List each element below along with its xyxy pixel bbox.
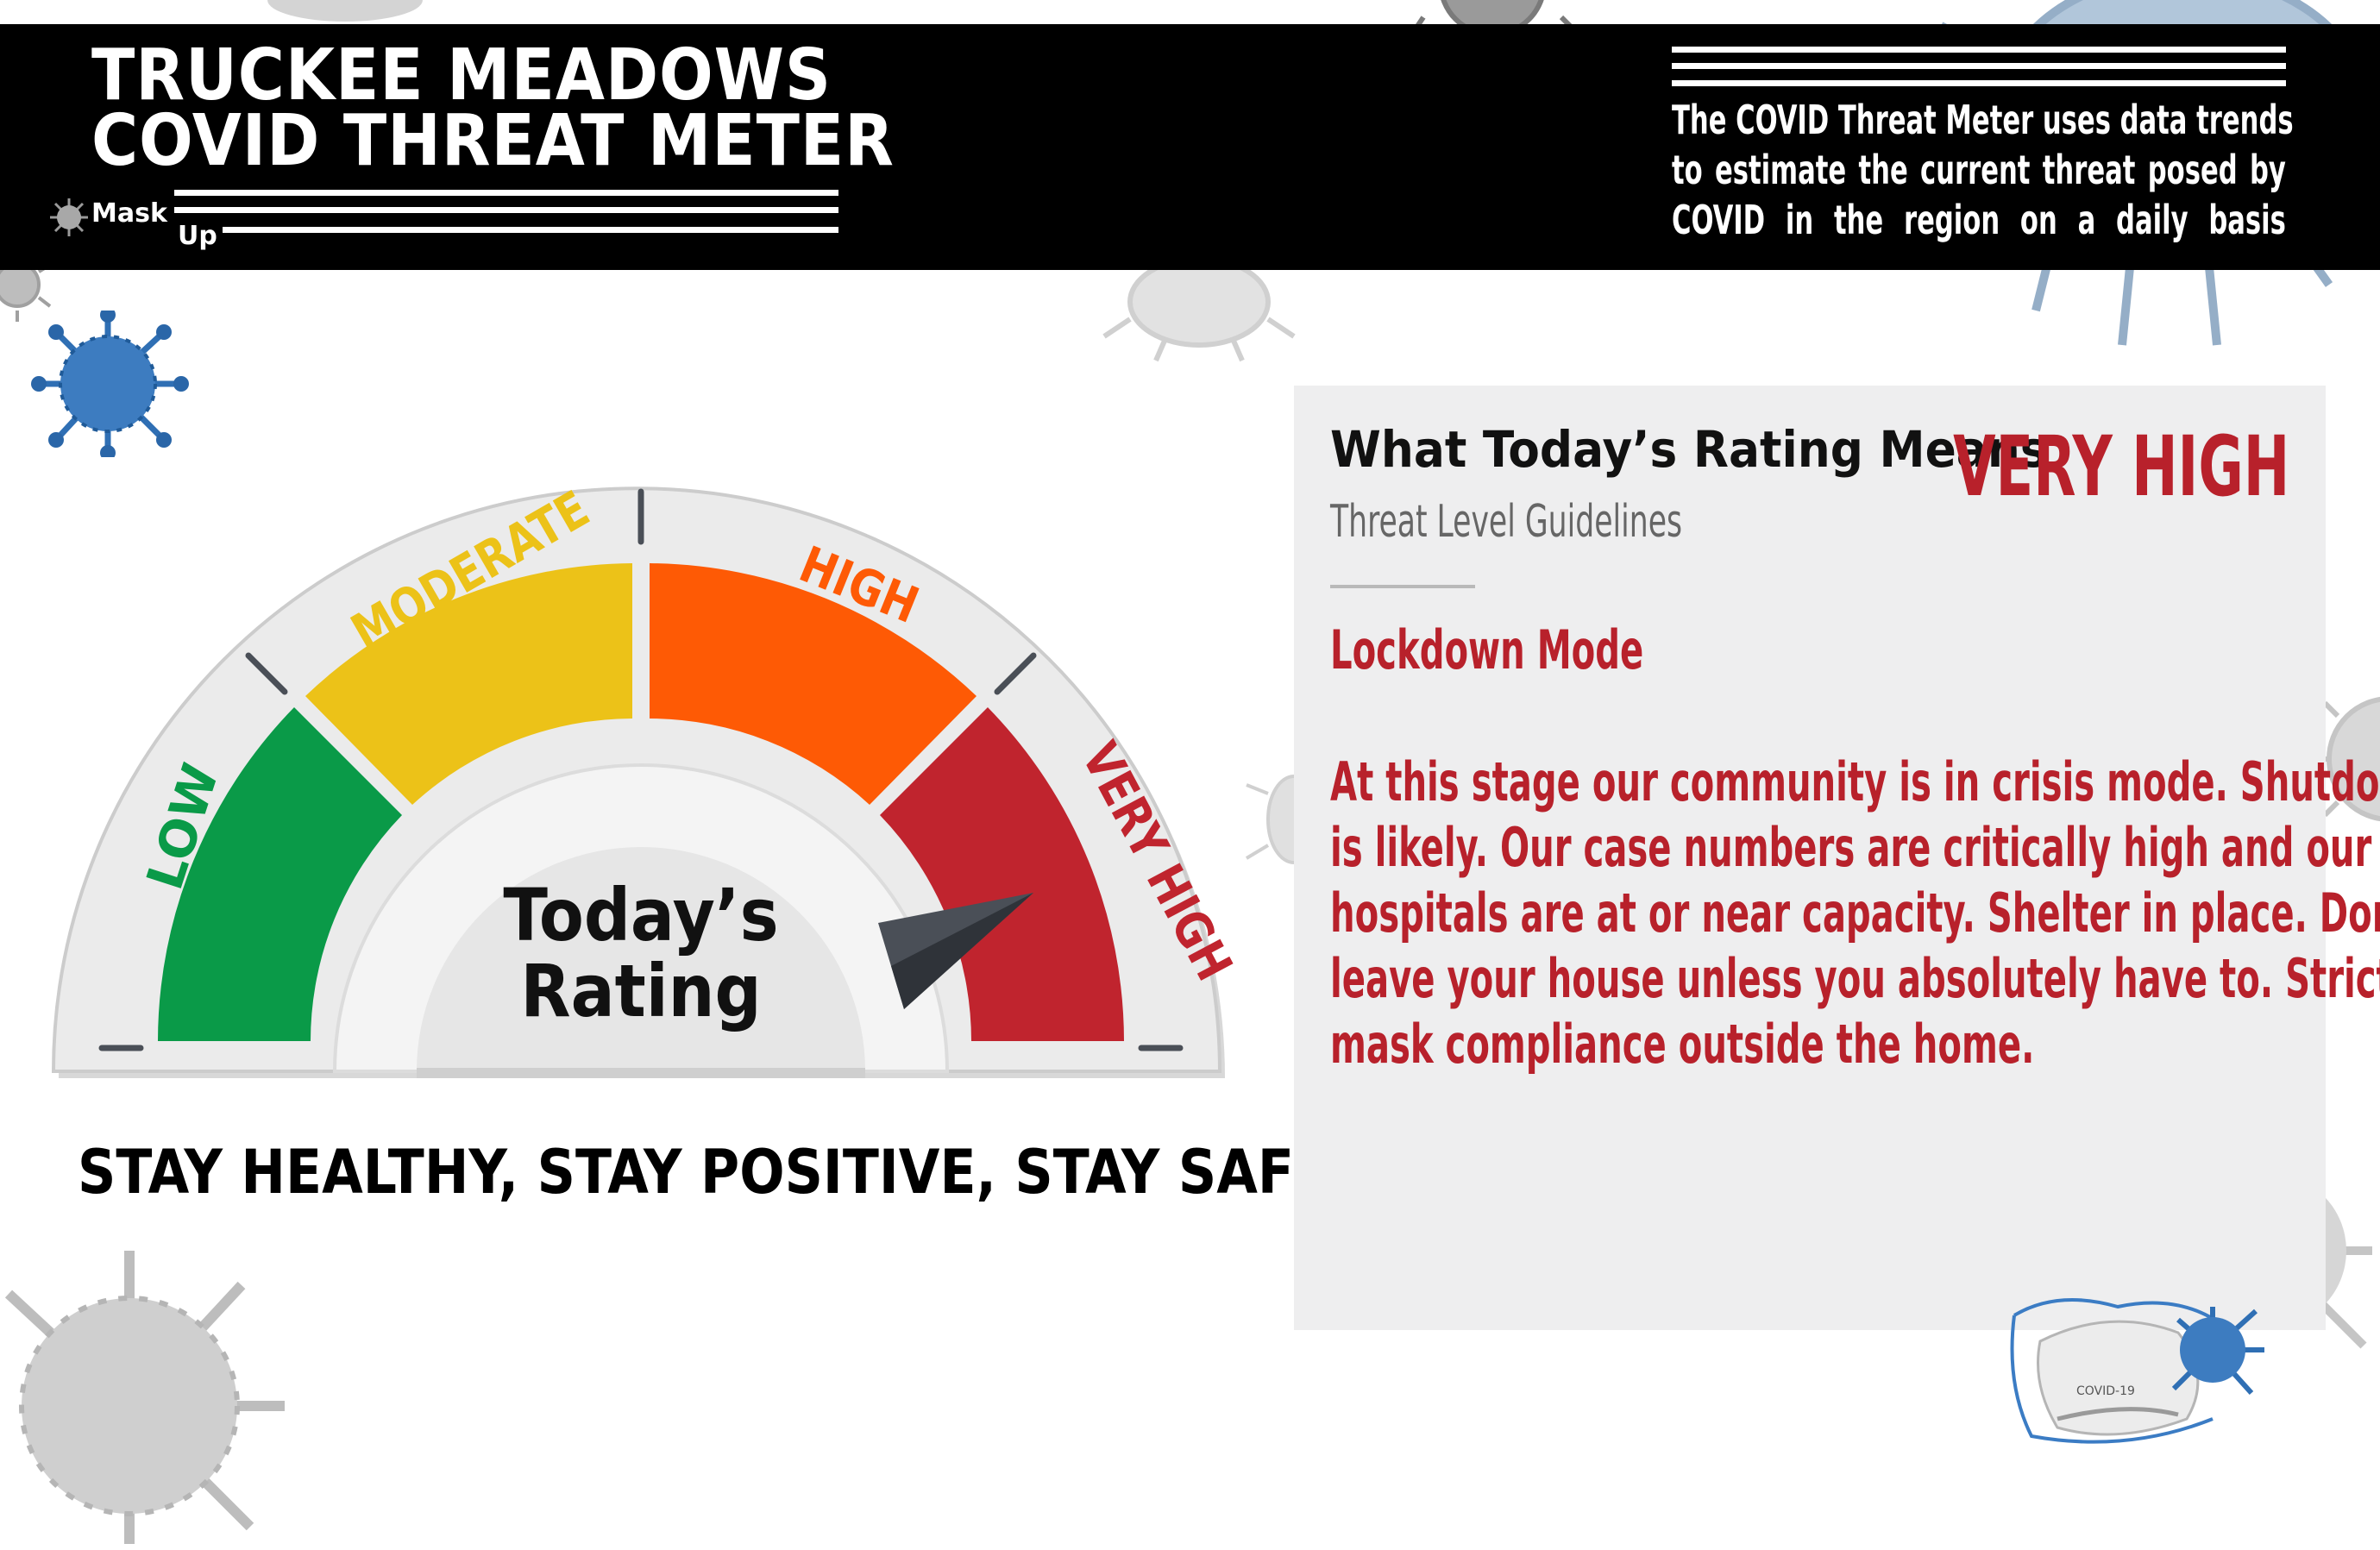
rating-description-line: mask compliance outside the home. — [1330, 1013, 2035, 1076]
gauge-center-line-1: Today’s — [503, 873, 778, 957]
virus-small-icon — [50, 198, 88, 236]
page-title-line-1: TRUCKEE MEADOWS — [91, 35, 832, 116]
slogan: STAY HEALTHY, STAY POSITIVE, STAY SAFE — [78, 1137, 1331, 1208]
rating-description-line: leave your house unless you absolutely h… — [1330, 947, 2380, 1010]
gauge-center-line-2: Rating — [520, 949, 761, 1033]
title-rule-3 — [223, 227, 838, 233]
panel-subtitle: Threat Level Guidelines — [1330, 496, 1683, 548]
mask-word: Mask — [91, 198, 167, 229]
title-rule-1 — [174, 190, 838, 196]
header-bar: TRUCKEE MEADOWS COVID THREAT METER Mask … — [0, 24, 2380, 270]
face-mask-icon: COVID-19 — [2010, 1298, 2264, 1444]
current-rating: VERY HIGH — [1952, 418, 2289, 515]
page-title: TRUCKEE MEADOWS COVID THREAT METER — [91, 35, 895, 182]
header-description: The COVID Threat Meter uses data trends … — [1672, 95, 2294, 245]
rating-description-line: At this stage our community is in crisis… — [1330, 750, 2380, 813]
threat-gauge: LOW MODERATE HIGH VERY HIGH Today’s Rati… — [51, 480, 1240, 1078]
rating-description-line: hospitals are at or near capacity. Shelt… — [1330, 882, 2380, 944]
title-rule-2 — [174, 207, 838, 213]
desc-rule-3 — [1672, 80, 2286, 86]
virus-decoration-blue-left-icon — [31, 311, 189, 457]
up-word: Up — [178, 221, 217, 251]
virus-decoration-below-header-icon — [1102, 267, 1296, 362]
rating-description-line: is likely. Our case numbers are critical… — [1330, 816, 2372, 879]
page-title-line-2: COVID THREAT METER — [91, 100, 895, 182]
virus-decoration-top-left-icon — [267, 0, 423, 22]
desc-rule-1 — [1672, 47, 2286, 53]
panel-title: What Today’s Rating Means — [1330, 420, 2048, 479]
header-description-line: to estimate the current threat posed by — [1672, 147, 2286, 193]
virus-decoration-bottom-left-icon — [4, 1251, 285, 1544]
mask-label: COVID-19 — [2076, 1384, 2135, 1398]
panel-divider — [1330, 585, 1475, 588]
rating-info-panel: What Today’s Rating Means Threat Level G… — [1294, 386, 2380, 1330]
threat-mode: Lockdown Mode — [1330, 618, 1644, 681]
header-description-line: The COVID Threat Meter uses data trends — [1672, 97, 2294, 143]
rating-description: At this stage our community is in crisis… — [1330, 750, 2380, 1077]
desc-rule-2 — [1672, 63, 2286, 69]
header-description-line: COVID in the region on a daily basis — [1672, 197, 2286, 243]
